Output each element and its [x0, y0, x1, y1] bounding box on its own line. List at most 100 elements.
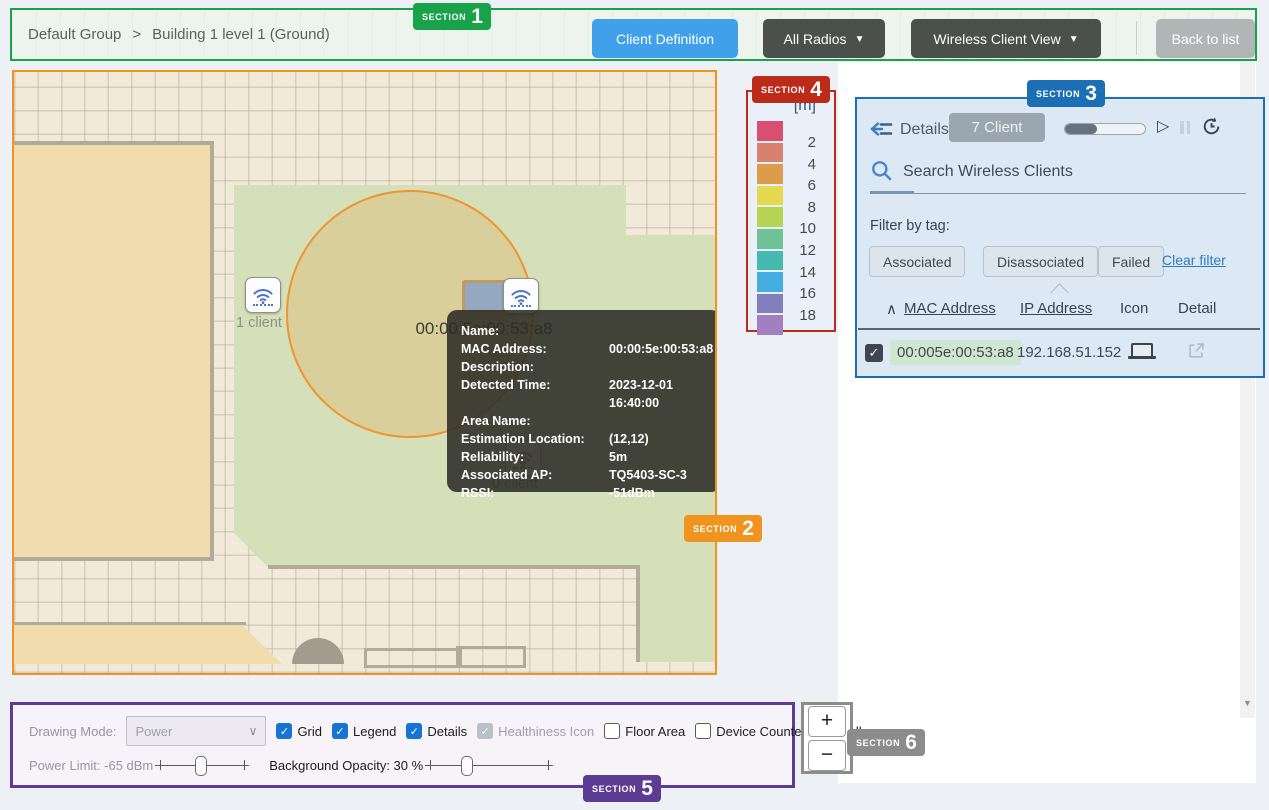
tag-associated-button[interactable]: Associated: [869, 246, 965, 277]
floor-map[interactable]: 1 client 00:00:5e:00:53:a8 0 client Name…: [12, 70, 717, 675]
access-point-icon[interactable]: [245, 277, 281, 313]
background-opacity-label: Background Opacity: 30 %: [269, 758, 423, 773]
legend-tick: 8: [776, 199, 816, 216]
tooltip-value: (12,12): [609, 430, 715, 448]
tooltip-label: MAC Address:: [461, 340, 609, 358]
back-arrow-icon[interactable]: [869, 120, 894, 138]
drawing-mode-label: Drawing Mode:: [29, 724, 116, 739]
legend-tick: 12: [776, 242, 816, 259]
distance-legend: [m] 2 4 6 8 10 12 14 16 18: [746, 90, 836, 332]
tag-failed-button[interactable]: Failed: [1098, 246, 1164, 277]
checkbox-device-counter[interactable]: Device Counter: [695, 723, 806, 739]
tooltip-label: Reliability:: [461, 448, 609, 466]
drawing-mode-select[interactable]: Power ∨: [126, 716, 266, 746]
play-icon[interactable]: ▷: [1157, 116, 1169, 136]
tooltip-label: Estimation Location:: [461, 430, 609, 448]
checkbox-healthiness-icon: ✓ Healthiness Icon: [477, 723, 594, 739]
select-chevron-icon: ∨: [249, 724, 258, 738]
clear-filter-link[interactable]: Clear filter: [1162, 252, 1226, 268]
power-limit-slider[interactable]: [159, 756, 245, 774]
wall-line: [636, 565, 640, 662]
section-3-badge: SECTION3: [1027, 80, 1105, 107]
table-header-divider: [858, 328, 1260, 330]
wireless-client-view-dropdown[interactable]: Wireless Client View ▼: [911, 19, 1101, 58]
app-root: ▼ Default Group > Building 1 level 1 (Gr…: [0, 0, 1269, 810]
legend-tick: 18: [776, 307, 816, 324]
background-opacity-slider[interactable]: [429, 756, 549, 774]
floor-room-bottom: [14, 625, 282, 664]
tooltip-label: Name:: [461, 322, 609, 340]
client-count-badge[interactable]: 7 Client: [949, 113, 1045, 142]
client-definition-button[interactable]: Client Definition: [592, 19, 738, 58]
details-label[interactable]: Details: [900, 121, 949, 139]
client-detail-tooltip: Name: MAC Address:00:00:5e:00:53:a8 Desc…: [447, 310, 717, 492]
section-6-badge: SECTION6: [847, 729, 925, 756]
checkbox-floor-area[interactable]: Floor Area: [604, 723, 685, 739]
row-mac-address[interactable]: 00:005e:00:53:a8: [890, 340, 1021, 365]
row-checkbox[interactable]: ✓: [865, 344, 883, 362]
checkbox-icon: [604, 723, 620, 739]
panel-notch: [1050, 283, 1068, 301]
tooltip-value: 00:00:5e:00:53:a8: [609, 340, 715, 358]
progress-fill: [1065, 124, 1097, 134]
tag-disassociated-button[interactable]: Disassociated: [983, 246, 1098, 277]
wireless-clients-panel: Details 7 Client ▷ Filter by tag: Associ…: [855, 97, 1265, 378]
column-header-icon: Icon: [1120, 300, 1148, 317]
all-radios-dropdown[interactable]: All Radios ▼: [763, 19, 885, 58]
background-opacity-slider-handle[interactable]: [461, 756, 473, 776]
checkbox-icon: ✓: [276, 723, 292, 739]
open-detail-icon[interactable]: [1187, 342, 1205, 360]
zoom-out-button[interactable]: −: [808, 740, 846, 771]
tooltip-label: Area Name:: [461, 412, 609, 430]
search-input[interactable]: [901, 162, 1235, 182]
ap-dots: [253, 304, 273, 306]
map-zoom-control: + −: [801, 702, 853, 774]
zoom-in-button[interactable]: +: [808, 706, 846, 737]
tooltip-label: Associated AP:: [461, 466, 609, 484]
slider-tick-icon: [543, 760, 553, 770]
pause-icon[interactable]: [1180, 121, 1190, 134]
tooltip-value: [609, 358, 715, 376]
tooltip-value: TQ5403-SC-3: [609, 466, 715, 484]
checkbox-details[interactable]: ✓ Details: [406, 723, 467, 739]
client-type-laptop-icon: [1128, 356, 1156, 359]
filter-by-tag-label: Filter by tag:: [870, 218, 950, 234]
checkbox-legend[interactable]: ✓ Legend: [332, 723, 396, 739]
back-to-list-button[interactable]: Back to list: [1156, 19, 1255, 58]
tooltip-value: -51dBm: [609, 484, 715, 502]
refresh-progress-bar: [1064, 123, 1146, 135]
floor-room-left: [12, 141, 214, 561]
tooltip-label: Description:: [461, 358, 609, 376]
checkbox-grid[interactable]: ✓ Grid: [276, 723, 322, 739]
column-header-mac[interactable]: MAC Address: [904, 300, 996, 317]
slider-tick-icon: [239, 760, 249, 770]
tooltip-label: RSSI:: [461, 484, 609, 502]
search-underline-accent: [870, 191, 914, 194]
access-point-icon[interactable]: [503, 278, 539, 314]
scroll-down-icon[interactable]: ▼: [1240, 698, 1255, 708]
legend-tick: 14: [776, 264, 816, 281]
legend-tick: 16: [776, 285, 816, 302]
checkbox-icon: ✓: [332, 723, 348, 739]
section-1-badge: SECTION1: [413, 3, 491, 30]
breadcrumb-group[interactable]: Default Group: [28, 26, 121, 43]
power-limit-label: Power Limit: -65 dBm: [29, 758, 153, 773]
checkbox-icon: [695, 723, 711, 739]
legend-tick: 10: [776, 220, 816, 237]
legend-tick: 6: [776, 177, 816, 194]
column-header-ip[interactable]: IP Address: [1020, 300, 1092, 317]
breadcrumb-separator-icon: >: [132, 26, 141, 43]
section-2-badge: SECTION2: [684, 515, 762, 542]
sort-caret-icon[interactable]: ∧: [886, 300, 897, 318]
chevron-down-icon: ▼: [1069, 34, 1079, 45]
power-limit-slider-handle[interactable]: [195, 756, 207, 776]
tooltip-value: [609, 412, 715, 430]
column-header-detail: Detail: [1178, 300, 1216, 317]
tooltip-label: Detected Time:: [461, 376, 609, 412]
wall-line: [268, 565, 640, 569]
ap1-client-count: 1 client: [236, 315, 282, 331]
search-icon: [870, 159, 894, 183]
refresh-icon[interactable]: [1201, 116, 1222, 137]
checkbox-icon: ✓: [406, 723, 422, 739]
wall-line: [14, 622, 246, 625]
